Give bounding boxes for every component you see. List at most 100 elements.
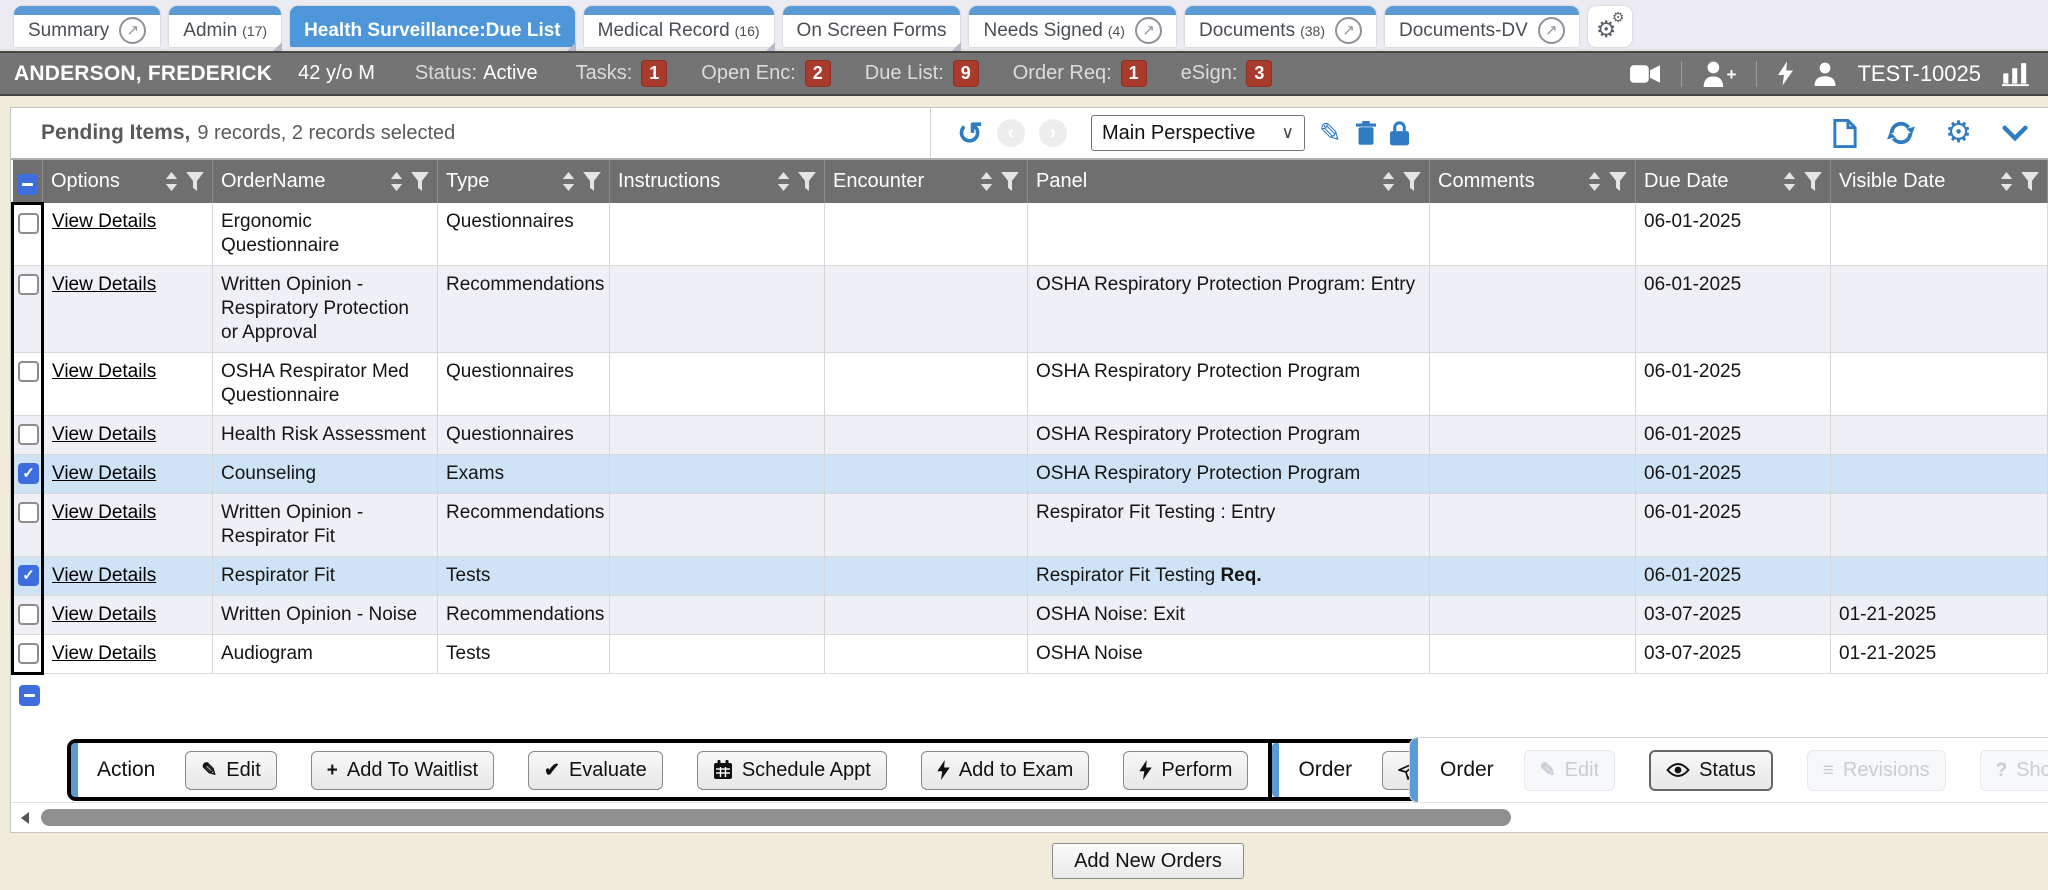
view-details-link[interactable]: View Details <box>52 502 156 523</box>
user-icon[interactable] <box>1814 62 1836 86</box>
open-in-new-icon[interactable]: ↗ <box>1135 17 1162 44</box>
open-in-new-icon[interactable]: ↗ <box>119 17 146 44</box>
row-checkbox[interactable] <box>18 604 39 625</box>
tab-summary[interactable]: Summary ↗ <box>14 6 160 47</box>
filter-icon[interactable] <box>186 172 204 191</box>
filter-icon[interactable] <box>411 172 429 191</box>
row-checkbox[interactable] <box>18 424 39 445</box>
encounter-cell <box>825 494 1028 557</box>
tab-settings-button[interactable]: ⚙ ⚙ <box>1588 6 1632 47</box>
open-in-new-icon[interactable]: ↗ <box>1335 17 1362 44</box>
select-all-checkbox[interactable] <box>17 174 38 195</box>
filter-icon[interactable] <box>1609 172 1627 191</box>
counter-badge[interactable]: 2 <box>805 60 831 87</box>
grid-toolbar: Pending Items, 9 records, 2 records sele… <box>11 108 2048 160</box>
view-details-link[interactable]: View Details <box>52 643 156 664</box>
view-details-link[interactable]: View Details <box>52 424 156 445</box>
perspective-value: Main Perspective <box>1102 122 1255 145</box>
quick-action-bolt-icon[interactable] <box>1778 61 1793 86</box>
view-details-link[interactable]: View Details <box>52 274 156 295</box>
status-value: Active <box>483 62 537 84</box>
column-label: Instructions <box>618 170 720 193</box>
status-button[interactable]: Status <box>1649 750 1773 791</box>
view-details-link[interactable]: View Details <box>52 604 156 625</box>
edit-button[interactable]: ✎Edit <box>185 751 276 790</box>
chart-stats-icon[interactable] <box>2002 61 2030 87</box>
scrollbar-thumb[interactable] <box>41 809 1511 826</box>
add-to-exam-button[interactable]: Add to Exam <box>921 751 1090 790</box>
tab-documents[interactable]: Documents(38)↗ <box>1185 6 1376 47</box>
filter-icon[interactable] <box>1403 172 1421 191</box>
comments-cell <box>1430 455 1636 494</box>
add-new-orders-button[interactable]: Add New Orders <box>1052 843 1244 879</box>
filter-icon[interactable] <box>2021 172 2039 191</box>
tab-admin[interactable]: Admin(17) <box>169 6 281 47</box>
filter-icon[interactable] <box>583 172 601 191</box>
next-perspective-icon[interactable]: › <box>1039 119 1067 147</box>
filter-icon[interactable] <box>798 172 816 191</box>
view-details-link[interactable]: View Details <box>52 565 156 586</box>
sort-icon[interactable] <box>980 172 993 191</box>
type-cell: Questionnaires <box>438 353 610 416</box>
tab-documents-dv[interactable]: Documents-DV↗ <box>1385 6 1579 47</box>
column-header-ordername: OrderName <box>213 160 438 203</box>
sort-icon[interactable] <box>1588 172 1601 191</box>
refresh-icon[interactable] <box>1887 119 1915 147</box>
open-in-new-icon[interactable]: ↗ <box>1538 17 1565 44</box>
counter-badge[interactable]: 3 <box>1246 60 1272 87</box>
new-document-icon[interactable] <box>1833 119 1857 148</box>
perform-button[interactable]: Perform <box>1123 751 1248 790</box>
edit-perspective-icon[interactable]: ✎ <box>1319 118 1342 149</box>
view-details-link[interactable]: View Details <box>52 211 156 232</box>
horizontal-scrollbar[interactable] <box>11 802 2048 832</box>
row-checkbox[interactable] <box>18 274 39 295</box>
undo-icon[interactable]: ↺ <box>957 118 983 149</box>
row-checkbox[interactable] <box>18 643 39 664</box>
row-checkbox[interactable]: ✓ <box>18 565 39 586</box>
sort-icon[interactable] <box>1382 172 1395 191</box>
sort-icon[interactable] <box>390 172 403 191</box>
tab-label: Summary <box>28 20 109 42</box>
tab-on-screen-forms[interactable]: On Screen Forms <box>783 6 961 47</box>
lock-perspective-icon[interactable] <box>1390 121 1409 146</box>
tab-label: Medical Record <box>598 20 730 42</box>
prev-perspective-icon[interactable]: ‹ <box>997 119 1025 147</box>
sort-icon[interactable] <box>2000 172 2013 191</box>
sort-icon[interactable] <box>562 172 575 191</box>
row-checkbox-cell <box>13 596 43 635</box>
tab-needs-signed[interactable]: Needs Signed(4)↗ <box>969 6 1176 47</box>
due-date-cell: 03-07-2025 <box>1636 635 1831 674</box>
counter-badge[interactable]: 1 <box>641 60 667 87</box>
row-checkbox[interactable] <box>18 502 39 523</box>
tab-health-surveillance-due-list[interactable]: Health Surveillance:Due List <box>290 6 575 47</box>
schedule-appt-button[interactable]: Schedule Appt <box>697 751 887 790</box>
collapse-chevron-icon[interactable] <box>2002 125 2028 141</box>
counter-badge[interactable]: 9 <box>953 60 979 87</box>
select-all-checkbox-bottom[interactable] <box>19 685 40 706</box>
sort-icon[interactable] <box>165 172 178 191</box>
counter-badge[interactable]: 1 <box>1121 60 1147 87</box>
view-details-link[interactable]: View Details <box>52 463 156 484</box>
row-checkbox[interactable] <box>18 213 39 234</box>
action-bar: Action ✎Edit+Add To Waitlist✔EvaluateSch… <box>67 739 1568 801</box>
sort-icon[interactable] <box>777 172 790 191</box>
scroll-left-arrow-icon[interactable] <box>21 812 29 824</box>
add-to-waitlist-button[interactable]: +Add To Waitlist <box>311 751 494 790</box>
add-person-icon[interactable]: + <box>1703 61 1727 87</box>
video-call-icon[interactable] <box>1630 65 1660 83</box>
tab-medical-record[interactable]: Medical Record(16) <box>584 6 774 47</box>
order-status-label: Order <box>1440 758 1494 782</box>
delete-perspective-icon[interactable] <box>1356 121 1376 146</box>
row-checkbox[interactable]: ✓ <box>18 463 39 484</box>
perspective-select[interactable]: Main Perspective ∨ <box>1091 115 1305 151</box>
evaluate-button[interactable]: ✔Evaluate <box>528 751 663 790</box>
row-checkbox[interactable] <box>18 361 39 382</box>
filter-icon[interactable] <box>1804 172 1822 191</box>
counter-label: Order Req: <box>1013 62 1112 85</box>
grid-settings-icon[interactable]: ⚙ <box>1945 118 1972 148</box>
divider <box>1681 61 1682 87</box>
view-details-link[interactable]: View Details <box>52 361 156 382</box>
column-label: OrderName <box>221 170 325 193</box>
sort-icon[interactable] <box>1783 172 1796 191</box>
filter-icon[interactable] <box>1001 172 1019 191</box>
